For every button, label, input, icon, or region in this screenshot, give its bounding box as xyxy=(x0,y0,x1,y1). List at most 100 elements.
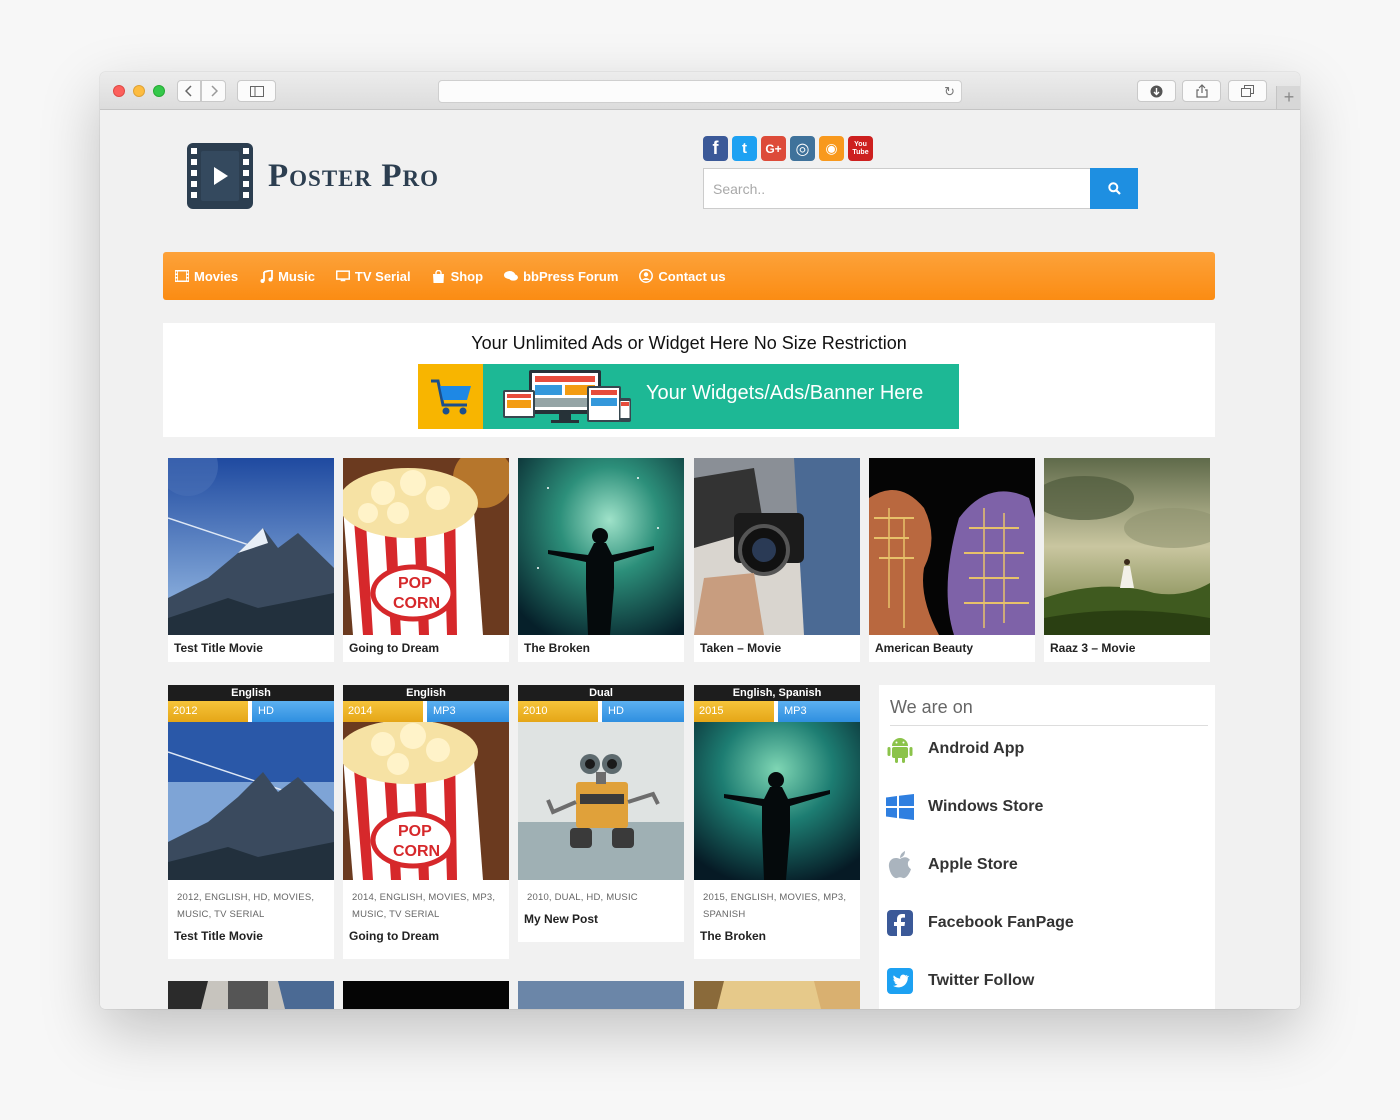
nav-item-tv-serial[interactable]: TV Serial xyxy=(335,268,411,284)
svg-text:POP: POP xyxy=(398,575,432,592)
movie-card[interactable]: English 2012 HD 2012, ENGLISH, HD, MOVIE… xyxy=(168,685,334,959)
close-window-button[interactable] xyxy=(113,85,125,97)
movie-title[interactable]: American Beauty xyxy=(875,641,973,655)
downloads-button[interactable] xyxy=(1137,80,1176,102)
nav-label: Shop xyxy=(450,268,484,284)
we-are-on-widget: We are on Android App Windows Store Appl… xyxy=(879,685,1215,1009)
movie-title[interactable]: Taken – Movie xyxy=(700,641,781,655)
site-title[interactable]: Poster Pro xyxy=(268,158,439,195)
film-logo-icon[interactable] xyxy=(187,143,253,209)
movie-title[interactable]: Raaz 3 – Movie xyxy=(1050,641,1135,655)
post-tags[interactable]: 2012, ENGLISH, HD, MOVIES, MUSIC, TV SER… xyxy=(177,889,327,923)
ad-banner[interactable]: Your Widgets/Ads/Banner Here xyxy=(418,364,959,429)
movie-card[interactable] xyxy=(343,981,509,1009)
search-form xyxy=(703,168,1139,209)
movie-title[interactable]: My New Post xyxy=(524,912,598,926)
nav-item-contact-us[interactable]: Contact us xyxy=(639,268,726,284)
sidebar-link-twitter-follow[interactable]: Twitter Follow xyxy=(886,967,1034,995)
movie-card[interactable]: POP CORN English 2014 MP3 2014, ENGLISH,… xyxy=(343,685,509,959)
nav-item-music[interactable]: Music xyxy=(259,269,315,284)
share-button[interactable] xyxy=(1182,80,1221,102)
nav-item-bbpress-forum[interactable]: bbPress Forum xyxy=(504,269,618,284)
sidebar-link-facebook-fanpage[interactable]: Facebook FanPage xyxy=(886,909,1074,937)
year-badge: 2010 xyxy=(518,701,598,722)
poster-image xyxy=(518,458,684,635)
movie-card[interactable]: Test Title Movie xyxy=(168,458,334,662)
movie-title[interactable]: The Broken xyxy=(700,929,766,943)
movie-title[interactable]: Test Title Movie xyxy=(174,929,263,943)
user-circle-icon xyxy=(639,269,654,283)
sidebar-link-android-app[interactable]: Android App xyxy=(886,735,1024,763)
tags-line[interactable]: 2012, ENGLISH, HD, MOVIES, xyxy=(177,889,327,906)
tags-line[interactable]: 2010, DUAL, HD, MUSIC xyxy=(527,889,677,906)
download-icon xyxy=(1150,85,1163,97)
youtube-icon[interactable]: You Tube xyxy=(848,136,873,161)
back-button[interactable] xyxy=(177,80,201,102)
ad-widget: Your Unlimited Ads or Widget Here No Siz… xyxy=(163,323,1215,437)
tabs-icon xyxy=(1241,85,1254,97)
movie-card[interactable]: Dual 2010 HD 2010, DUAL, HD, MUSIC My Ne… xyxy=(518,685,684,942)
movie-card[interactable]: American Beauty xyxy=(869,458,1035,662)
google-plus-icon[interactable]: G+ xyxy=(761,136,786,161)
tags-line[interactable]: SPANISH xyxy=(703,906,853,923)
sidebar-link-apple-store[interactable]: Apple Store xyxy=(886,851,1018,879)
comments-icon xyxy=(504,269,519,283)
search-icon xyxy=(1107,182,1121,195)
nav-item-shop[interactable]: Shop xyxy=(432,268,484,284)
year-badge: 2015 xyxy=(694,701,774,722)
nav-label: Movies xyxy=(194,268,239,284)
nav-item-movies[interactable]: Movies xyxy=(175,269,238,284)
zoom-window-button[interactable] xyxy=(153,85,165,97)
poster-image xyxy=(869,458,1035,635)
new-tab-button[interactable]: + xyxy=(1276,86,1300,109)
movie-title[interactable]: Going to Dream xyxy=(349,641,439,655)
sidebar-toggle-button[interactable] xyxy=(237,80,276,102)
tags-line[interactable]: 2015, ENGLISH, MOVIES, MP3, xyxy=(703,889,853,906)
movie-card[interactable] xyxy=(168,981,334,1009)
tags-line[interactable]: MUSIC, TV SERIAL xyxy=(352,906,502,923)
movie-title[interactable]: Test Title Movie xyxy=(174,641,263,655)
movie-card[interactable] xyxy=(518,981,684,1009)
facebook-icon[interactable]: f xyxy=(703,136,728,161)
sidebar-link-label: Apple Store xyxy=(928,856,1018,873)
nav-label: Contact us xyxy=(658,268,726,284)
quality-badge: HD xyxy=(252,701,334,722)
browser-toolbar: ↻ + xyxy=(100,72,1300,110)
address-bar[interactable]: ↻ xyxy=(438,80,962,103)
search-button[interactable] xyxy=(1090,168,1138,209)
devices-icon xyxy=(503,370,631,423)
poster-image xyxy=(694,722,860,880)
poster-image xyxy=(694,981,860,1009)
poster-image xyxy=(1044,458,1210,635)
movie-card[interactable]: Taken – Movie xyxy=(694,458,860,662)
movie-card[interactable]: The Broken xyxy=(518,458,684,662)
widget-title: We are on xyxy=(890,697,973,717)
language-badge: English, Spanish xyxy=(694,685,860,701)
post-tags[interactable]: 2014, ENGLISH, MOVIES, MP3, MUSIC, TV SE… xyxy=(352,889,502,923)
nav-label: TV Serial xyxy=(354,268,411,284)
rss-icon[interactable]: ◉ xyxy=(819,136,844,161)
search-input[interactable] xyxy=(703,168,1091,209)
post-tags[interactable]: 2010, DUAL, HD, MUSIC xyxy=(527,889,677,906)
reload-icon[interactable]: ↻ xyxy=(944,84,955,100)
minimize-window-button[interactable] xyxy=(133,85,145,97)
forward-button[interactable] xyxy=(201,80,226,102)
movie-card[interactable] xyxy=(694,981,860,1009)
tags-line[interactable]: MUSIC, TV SERIAL xyxy=(177,906,327,923)
tags-line[interactable]: 2014, ENGLISH, MOVIES, MP3, xyxy=(352,889,502,906)
sidebar-link-windows-store[interactable]: Windows Store xyxy=(886,793,1043,821)
tabs-overview-button[interactable] xyxy=(1228,80,1267,102)
twitter-icon[interactable]: t xyxy=(732,136,757,161)
nav-label: Music xyxy=(278,268,315,284)
twitter-icon xyxy=(886,967,914,995)
browser-window: ↻ + Poster Pro f t G+ ◎ ◉ You Tube Searc… xyxy=(100,72,1300,1009)
movie-card[interactable]: POP CORN Going to Dream xyxy=(343,458,509,662)
movie-card[interactable]: English, Spanish 2015 MP3 2015, ENGLISH,… xyxy=(694,685,860,959)
post-tags[interactable]: 2015, ENGLISH, MOVIES, MP3, SPANISH xyxy=(703,889,853,923)
instagram-icon[interactable]: ◎ xyxy=(790,136,815,161)
movie-card[interactable]: Raaz 3 – Movie xyxy=(1044,458,1210,662)
movie-title[interactable]: Going to Dream xyxy=(349,929,439,943)
poster-image xyxy=(168,981,334,1009)
shopping-cart-icon xyxy=(418,364,483,429)
movie-title[interactable]: The Broken xyxy=(524,641,590,655)
